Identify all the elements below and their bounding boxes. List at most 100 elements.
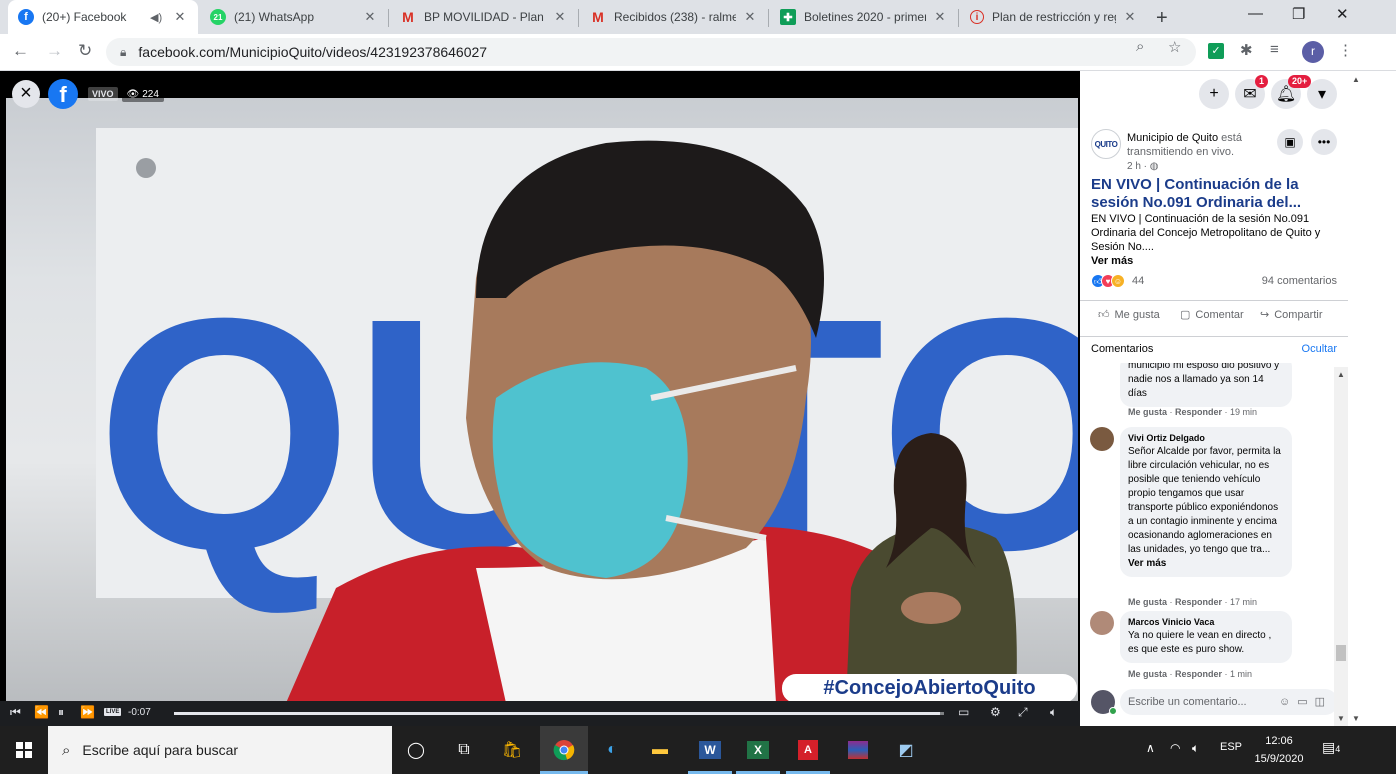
reaction-summary[interactable]: 👍︎ ♥ ☺ 44 94 comentarios [1091, 274, 1337, 290]
profile-avatar[interactable]: r [1302, 41, 1324, 63]
back-arrow-icon[interactable]: ← [12, 41, 29, 61]
skip-back-icon[interactable]: ⏮ [10, 705, 21, 720]
address-bar[interactable]: 🔒︎ facebook.com/MunicipioQuito/videos/42… [106, 38, 1196, 66]
comment-reply-link[interactable]: Responder [1175, 597, 1222, 607]
tab-bp-movilidad[interactable]: M BP MOVILIDAD - Plan H ✕ [390, 0, 578, 34]
language-indicator[interactable]: ESP [1220, 741, 1242, 753]
settings-gear-icon[interactable]: ⚙ [990, 705, 1001, 719]
more-options-icon[interactable]: ••• [1311, 129, 1337, 155]
edge-icon[interactable]: ◐ [600, 738, 624, 762]
video-frame[interactable]: QUITO #ConcejoAbiertoQuito [6, 98, 1078, 703]
volume-icon[interactable]: 🔈︎ [1050, 705, 1057, 720]
new-tab-plus-icon[interactable]: + [1156, 7, 1168, 30]
comment-reply-link[interactable]: Responder [1175, 669, 1222, 679]
tab-boletines[interactable]: ✚ Boletines 2020 - primer ✕ [770, 0, 958, 34]
comment-button[interactable]: ▢ Comentar [1180, 308, 1244, 322]
comment-input[interactable]: Escribe un comentario... ☺▭◫ [1120, 689, 1338, 715]
acrobat-icon[interactable]: A [796, 738, 820, 762]
close-icon[interactable]: ✕ [172, 9, 188, 25]
comment-input-icons[interactable]: ☺▭◫ [1279, 689, 1332, 715]
video-player[interactable]: QUITO #ConcejoAbiertoQuito × f VIVO 👁︎ 2… [0, 71, 1080, 726]
tray-chevron-icon[interactable]: ∧ [1146, 741, 1155, 755]
comment-see-more-link[interactable]: Ver más [1128, 557, 1284, 571]
comment-reply-link[interactable]: Responder [1175, 407, 1222, 417]
reload-icon[interactable]: ↻ [78, 41, 92, 61]
facebook-logo-icon[interactable]: f [48, 79, 78, 109]
windows-start-icon[interactable] [16, 742, 32, 758]
forward-arrow-icon[interactable]: → [46, 41, 63, 61]
excel-icon[interactable]: X [746, 738, 770, 762]
close-icon[interactable]: ✕ [1122, 9, 1138, 25]
chrome-icon[interactable] [552, 738, 576, 762]
post-title[interactable]: EN VIVO | Continuación de la sesión No.0… [1091, 176, 1341, 212]
tab-recibidos[interactable]: M Recibidos (238) - ralme ✕ [580, 0, 768, 34]
word-icon[interactable]: W [698, 738, 722, 762]
zoom-search-icon[interactable]: ⌕ [1136, 38, 1144, 55]
minimize-icon[interactable]: — [1248, 5, 1263, 22]
notification-center-icon[interactable]: ▤4 [1322, 739, 1340, 756]
fast-forward-icon[interactable]: ⏩ [80, 705, 95, 719]
post-time[interactable]: 2 h · ◍ [1127, 161, 1159, 172]
comments-scrollbar[interactable] [1334, 367, 1348, 726]
scroll-up-arrow-icon[interactable]: ▲ [1337, 370, 1345, 379]
volume-tray-icon[interactable]: 🔈︎ [1192, 741, 1199, 756]
maximize-icon[interactable]: ❐ [1292, 5, 1305, 23]
speaker-icon[interactable]: ◀︎) [150, 11, 166, 24]
hide-comments-link[interactable]: Ocultar [1302, 343, 1337, 355]
file-explorer-icon[interactable]: ▬ [648, 738, 672, 762]
comment-like-link[interactable]: Me gusta [1128, 669, 1167, 679]
comment-count[interactable]: 94 comentarios [1262, 275, 1337, 287]
bookmark-star-icon[interactable]: ☆ [1168, 38, 1181, 56]
page-scrollbar[interactable]: ▲ ▼ [1349, 71, 1363, 726]
commenter-name[interactable]: Marcos Vinicio Vaca [1128, 615, 1284, 629]
taskbar-search[interactable]: ⌕ Escribe aquí para buscar [48, 726, 392, 774]
close-icon[interactable]: ✕ [932, 9, 948, 25]
tab-facebook[interactable]: f (20+) Facebook ◀︎) ✕ [8, 0, 198, 34]
comment-like-link[interactable]: Me gusta [1128, 407, 1167, 417]
rewind-icon[interactable]: ⏪ [34, 705, 49, 719]
tab-plan-restriccion[interactable]: i Plan de restricción y reg ✕ [960, 0, 1148, 34]
task-view-icon[interactable]: ⧉ [452, 738, 476, 762]
captions-icon[interactable]: ▭ [958, 705, 969, 719]
page-scroll-up-icon[interactable]: ▲ [1352, 75, 1360, 84]
taskbar-clock[interactable]: 12:06 15/9/2020 [1254, 732, 1304, 768]
extensions-puzzle-icon[interactable]: ✱ [1240, 41, 1253, 59]
store-bag-icon[interactable]: 🛍︎ [500, 738, 524, 762]
close-icon[interactable]: ✕ [742, 9, 758, 25]
commenter-name[interactable]: Vivi Ortiz Delgado [1128, 431, 1284, 445]
page-avatar[interactable]: QUITO [1091, 129, 1121, 159]
see-more-link[interactable]: Ver más [1091, 255, 1133, 267]
comments-scrollbar-thumb[interactable] [1336, 645, 1346, 661]
extension-check-icon[interactable]: ✓ [1208, 43, 1224, 59]
share-arrow-icon: ↪ [1260, 309, 1270, 321]
window-close-icon[interactable]: ✕ [1336, 5, 1349, 23]
fullscreen-icon[interactable]: ⤢ [1018, 705, 1028, 720]
create-plus-icon[interactable]: + [1199, 79, 1229, 109]
close-icon[interactable]: ✕ [362, 9, 378, 25]
progress-bar[interactable] [174, 712, 944, 715]
like-button[interactable]: 👍︎ Me gusta [1098, 308, 1160, 322]
share-button[interactable]: ↪ Compartir [1260, 308, 1323, 322]
scroll-down-arrow-icon[interactable]: ▼ [1337, 714, 1345, 723]
chrome-menu-icon[interactable]: ⋮ [1338, 41, 1353, 59]
page-name-link[interactable]: Municipio de Quito [1127, 132, 1218, 144]
commenter-avatar[interactable] [1090, 427, 1114, 451]
page-scroll-down-icon[interactable]: ▼ [1352, 714, 1360, 723]
windows-taskbar: ⌕ Escribe aquí para buscar ◯ ⧉ 🛍︎ ◐ ▬ W … [0, 726, 1396, 774]
commenter-avatar[interactable] [1090, 611, 1114, 635]
cortana-circle-icon[interactable]: ◯ [404, 738, 428, 762]
account-caret-icon[interactable]: ▾ [1307, 79, 1337, 109]
network-icon[interactable]: ◠ [1170, 741, 1180, 755]
sheets-icon: ✚ [780, 9, 796, 25]
lock-icon[interactable]: 🔒︎ [120, 45, 126, 60]
media-playlist-icon[interactable]: ≡ [1270, 41, 1279, 58]
close-video-icon[interactable]: × [12, 80, 40, 108]
save-icon[interactable]: ▣ [1277, 129, 1303, 155]
pause-icon[interactable]: ⏸ [58, 705, 64, 720]
comment-like-link[interactable]: Me gusta [1128, 597, 1167, 607]
tab-whatsapp[interactable]: 21 (21) WhatsApp ✕ [200, 0, 388, 34]
live-indicator[interactable]: LIVE [104, 708, 122, 716]
close-icon[interactable]: ✕ [552, 9, 568, 25]
winrar-icon[interactable] [846, 738, 870, 762]
app-icon[interactable]: ◩ [894, 738, 918, 762]
